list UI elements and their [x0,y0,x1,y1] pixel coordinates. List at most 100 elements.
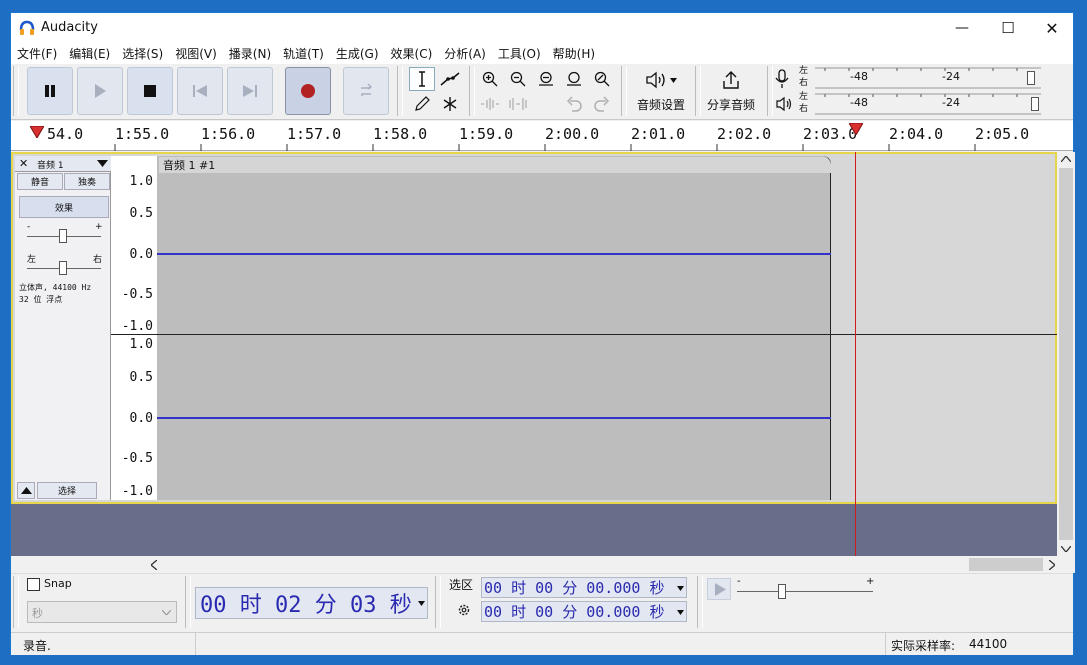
skip-end-button[interactable] [227,67,273,115]
gain-plus-label: + [95,222,103,232]
close-track-icon[interactable]: ✕ [19,157,28,170]
play-at-speed-button[interactable] [707,578,731,600]
selection-end-field[interactable]: 00 时 00 分 00.000 秒 [481,601,687,622]
fit-selection-button[interactable] [533,67,559,91]
maximize-button[interactable]: ☐ [985,13,1031,43]
redo-button[interactable] [589,92,615,116]
snap-checkbox[interactable] [27,578,40,591]
skip-start-button[interactable] [177,67,223,115]
audio-setup-label: 音频设置 [636,98,685,112]
mute-button[interactable]: 静音 [17,173,63,190]
speed-slider[interactable] [778,584,786,599]
toolbar-grip[interactable] [185,576,191,628]
silence-audio-icon [509,98,527,110]
close-button[interactable]: ✕ [1029,13,1075,43]
toolbar-grip[interactable] [13,576,19,628]
playback-level-slider[interactable] [1031,97,1039,111]
horizontal-scroll-thumb[interactable] [969,558,1043,571]
menu-transport[interactable]: 播录(N) [223,43,277,64]
time-format-dropdown-icon[interactable] [677,586,684,591]
zoom-in-button[interactable] [477,67,503,91]
toolbar-grip[interactable] [469,66,475,116]
zoom-out-button[interactable] [505,67,531,91]
skip-end-icon [243,85,257,97]
fit-project-button[interactable] [561,67,587,91]
loop-button[interactable] [343,67,389,115]
toolbar-grip[interactable] [435,576,441,628]
gear-icon[interactable] [457,603,471,617]
trim-button[interactable] [477,92,503,116]
time-format-dropdown-icon[interactable] [677,610,684,615]
record-button[interactable] [285,67,331,115]
vertical-scrollbar[interactable] [1057,152,1075,556]
scroll-right-icon[interactable] [1049,560,1055,570]
pause-button[interactable] [27,67,73,115]
stop-button[interactable] [127,67,173,115]
snap-unit-select[interactable]: 秒 [27,601,177,623]
select-track-button[interactable]: 选择 [37,482,97,499]
playback-meter[interactable]: 左 右 -48 -24 [799,92,1049,116]
collapse-arrow-icon [21,487,32,494]
undo-icon [566,96,582,112]
envelope-tool-button[interactable] [437,67,463,91]
selection-tool-button[interactable] [409,67,435,91]
time-display[interactable]: 00 时 02 分 03 秒 [195,587,428,619]
toolbar-grip[interactable] [621,66,627,116]
effects-button[interactable]: 效果 [19,196,109,218]
time-format-dropdown-icon[interactable] [418,601,425,606]
menu-file[interactable]: 文件(F) [11,43,63,64]
share-audio-button[interactable]: 分享音频 [701,67,761,117]
scroll-left-icon[interactable] [151,560,157,570]
toolbar-grip[interactable] [13,66,19,116]
pan-slider[interactable] [59,261,67,275]
toolbar-area: 音频设置 分享音频 左 右 -48 -24 左 右 -48 -24 [11,64,1073,120]
menu-tools[interactable]: 工具(O) [492,43,547,64]
speaker-icon [776,96,792,112]
zoom-toggle-button[interactable] [589,67,615,91]
clip-title[interactable]: 音频 1 #1 [159,157,831,173]
draw-tool-button[interactable] [409,92,435,116]
menu-effect[interactable]: 效果(C) [385,43,439,64]
audio-clip[interactable] [157,156,831,500]
solo-button[interactable]: 独奏 [64,173,110,190]
scroll-down-icon[interactable] [1061,546,1071,552]
collapse-track-button[interactable] [17,482,35,499]
record-meter[interactable]: 左 右 -48 -24 [799,66,1049,90]
menu-analyze[interactable]: 分析(A) [438,43,492,64]
menu-view[interactable]: 视图(V) [169,43,223,64]
maximize-icon: ☐ [1001,19,1015,37]
amp-label: -1.0 [121,484,153,499]
empty-track-space[interactable] [11,504,1057,556]
track-control-panel[interactable]: ✕ 音频 1 静音 独奏 效果 - + 左 右 立体声, 44100 Hz 32… [15,156,111,500]
selection-start-field[interactable]: 00 时 00 分 00.000 秒 [481,577,687,598]
vertical-scroll-thumb[interactable] [1059,168,1073,540]
track-menu-dropdown-icon[interactable] [97,160,108,167]
record-meter-button[interactable] [775,69,789,89]
menu-help[interactable]: 帮助(H) [547,43,601,64]
record-level-slider[interactable] [1027,71,1035,85]
play-button[interactable] [77,67,123,115]
timeline-ruler[interactable]: 54.0 1:55.0 1:56.0 1:57.0 1:58.0 1:59.0 … [11,121,1073,151]
amplitude-ruler[interactable]: 1.0 0.5 0.0 -0.5 -1.0 1.0 0.5 0.0 -0.5 -… [111,156,157,500]
audio-setup-button[interactable]: 音频设置 [629,67,693,117]
multi-tool-button[interactable] [437,92,463,116]
track-name-menu[interactable]: 音频 1 [37,158,64,171]
menu-edit[interactable]: 编辑(E) [63,43,116,64]
menu-select[interactable]: 选择(S) [116,43,169,64]
menu-generate[interactable]: 生成(G) [330,43,385,64]
track-area[interactable]: ✕ 音频 1 静音 独奏 效果 - + 左 右 立体声, 44100 Hz 32… [11,152,1057,504]
scroll-up-icon[interactable] [1061,156,1071,162]
menu-tracks[interactable]: 轨道(T) [277,43,330,64]
ruler-label: 2:04.0 [889,125,944,143]
toolbar-grip[interactable] [767,66,773,116]
playback-meter-right: 右 [799,104,809,114]
toolbar-grip[interactable] [697,576,703,628]
undo-button[interactable] [561,92,587,116]
playback-meter-button[interactable] [775,96,793,112]
minimize-button[interactable]: — [939,13,985,43]
silence-button[interactable] [505,92,531,116]
record-meter-scale: -48 -24 [815,66,1041,90]
gain-slider[interactable] [59,229,67,243]
horizontal-scrollbar[interactable] [11,556,1075,573]
toolbar-grip[interactable] [397,66,403,116]
